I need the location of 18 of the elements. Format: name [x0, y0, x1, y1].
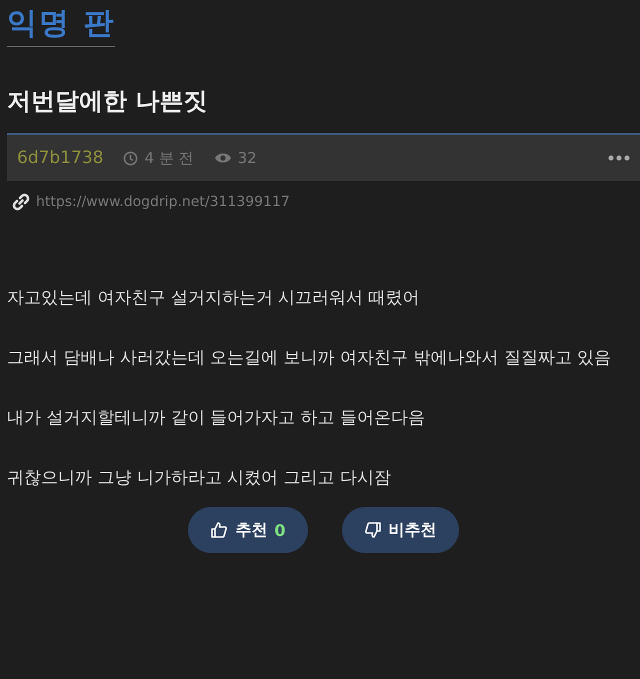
post-url[interactable]: https://www.dogdrip.net/311399117 [36, 194, 290, 210]
downvote-button[interactable]: 비추천 [342, 507, 459, 553]
view-count: 32 [238, 149, 257, 167]
clock-icon [123, 150, 138, 166]
author-name[interactable]: 6d7b1738 [17, 148, 104, 168]
post-paragraph: 귀찮으니까 그냥 니가하라고 시켰어 그리고 다시잠 [7, 467, 392, 490]
post-paragraph: 내가 설거지할테니까 같이 들어가자고 하고 들어온다음 [7, 407, 426, 430]
more-icon[interactable] [608, 155, 630, 161]
board-title[interactable]: 익명 판 [7, 4, 116, 47]
thumbs-up-icon [210, 521, 228, 539]
post-paragraph: 그래서 담배나 사러갔는데 오는길에 보니까 여자친구 밖에나와서 질질짜고 있음 [7, 347, 612, 370]
eye-icon [214, 152, 232, 164]
post-title: 저번달에한 나쁜짓 [7, 86, 208, 117]
upvote-button[interactable]: 추천 0 [188, 507, 308, 553]
post-paragraph: 자고있는데 여자친구 설거지하는거 시끄러워서 때렸어 [7, 287, 421, 310]
post-time: 4 분 전 [144, 148, 194, 168]
thumbs-down-icon [364, 521, 382, 539]
link-icon [12, 193, 30, 211]
